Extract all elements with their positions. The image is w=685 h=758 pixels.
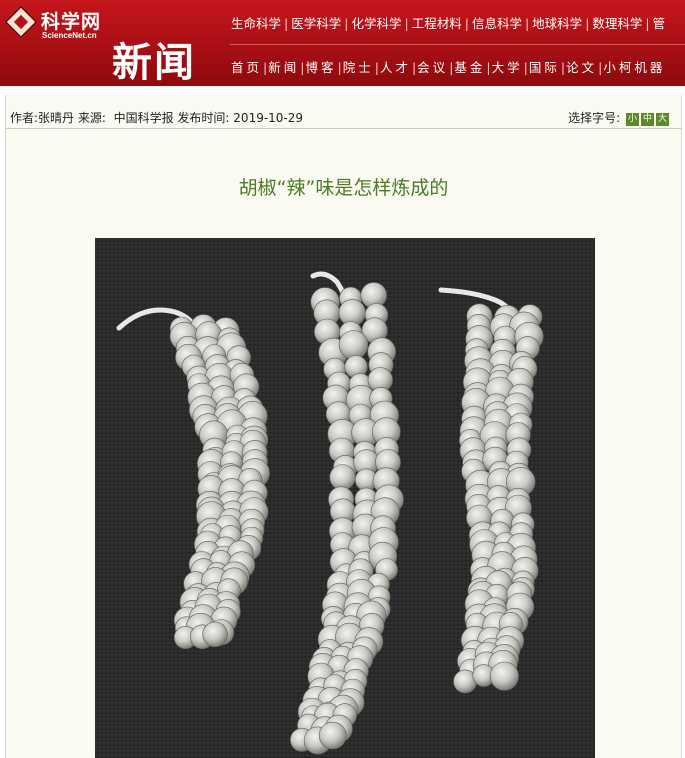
nav-earth-science[interactable]: 地球科学: [532, 16, 582, 31]
nav-funding[interactable]: 基金: [454, 60, 485, 75]
font-size-medium-button[interactable]: 中: [641, 113, 654, 126]
pepper-spikes-photo: [95, 238, 595, 758]
nav-home[interactable]: 首页: [231, 60, 262, 75]
photo-canvas: [95, 238, 595, 758]
nav-management[interactable]: 管: [653, 16, 666, 31]
article-title: 胡椒“辣”味是怎样炼成的: [238, 177, 449, 199]
peppercorn: [318, 721, 347, 750]
author-name: 张晴丹: [38, 111, 75, 125]
peppercorn: [489, 661, 519, 691]
peppercorn: [338, 330, 369, 360]
nav-news[interactable]: 新闻: [268, 60, 299, 75]
nav-blog[interactable]: 博客: [305, 60, 336, 75]
font-size-small-button[interactable]: 小: [626, 113, 639, 126]
nav-academicians[interactable]: 院士: [343, 60, 374, 75]
author-label: 作者:: [10, 111, 39, 125]
peppercorn: [202, 621, 228, 648]
site-logo[interactable]: 科学网 ScienceNet.cn: [4, 5, 119, 42]
nav-engineering[interactable]: 工程材料: [412, 16, 462, 31]
nav-life-science[interactable]: 生命科学: [231, 16, 281, 31]
logo-subtitle: ScienceNet.cn: [42, 31, 97, 40]
logo-title: 科学网: [41, 11, 102, 33]
nav-medical-science[interactable]: 医学科学: [291, 16, 341, 31]
category-nav: 生命科学 | 医学科学 | 化学科学 | 工程材料 | 信息科学 | 地球科学 | 数理科学 | 管: [231, 16, 666, 31]
font-size-large-button[interactable]: 大: [656, 113, 669, 126]
nav-talent[interactable]: 人才: [380, 60, 411, 75]
nav-university[interactable]: 大学: [492, 60, 523, 75]
site-header: 科学网 ScienceNet.cn 新闻 生命科学 | 医学科学 | 化学科学 | 工程材料…: [0, 0, 685, 86]
source-label: 来源:: [77, 111, 106, 125]
font-size-selector: 选择字号: 小中大: [568, 109, 669, 126]
peppercorn: [329, 464, 356, 491]
article-meta: 作者:张晴丹 来源: 中国科学报 发布时间: 2019-10-29: [10, 109, 303, 126]
article-frame: 作者:张晴丹 来源: 中国科学报 发布时间: 2019-10-29 选择字号: …: [5, 95, 682, 758]
publish-time-label: 发布时间:: [177, 111, 230, 125]
header-divider: [230, 44, 685, 45]
font-size-label: 选择字号:: [568, 111, 621, 125]
nav-chemistry[interactable]: 化学科学: [351, 16, 401, 31]
nav-conference[interactable]: 会议: [417, 60, 448, 75]
nav-information-science[interactable]: 信息科学: [472, 16, 522, 31]
section-title: 新闻: [112, 40, 196, 86]
nav-international[interactable]: 国际: [529, 60, 560, 75]
nav-papers[interactable]: 论文: [566, 60, 597, 75]
source-name: 中国科学报: [113, 111, 174, 125]
nav-xiaoke-robot[interactable]: 小柯机器: [603, 60, 665, 75]
article-meta-bar: 作者:张晴丹 来源: 中国科学报 发布时间: 2019-10-29 选择字号: …: [6, 95, 681, 129]
main-nav: 首页|新闻|博客|院士|人才|会议|基金|大学|国际|论文|小柯机器: [231, 60, 666, 75]
nav-math-physics[interactable]: 数理科学: [592, 16, 642, 31]
publish-time: 2019-10-29: [233, 111, 304, 125]
